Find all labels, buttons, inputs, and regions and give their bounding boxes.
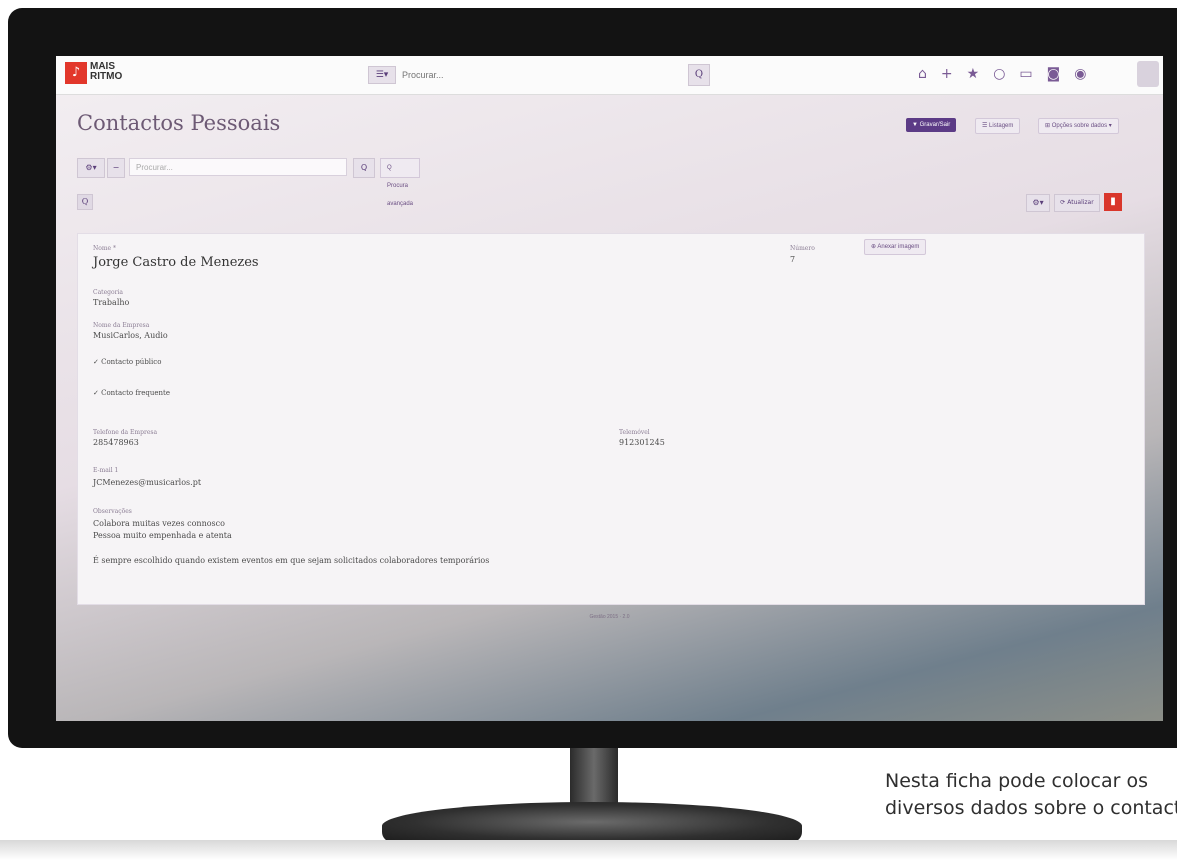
mobile-label: Telemóvel (619, 429, 650, 436)
monitor-stand-base (382, 802, 802, 842)
filter-search-button[interactable]: Q (353, 158, 375, 178)
calendar-icon[interactable]: ▭ (1019, 66, 1032, 82)
app-screen: ♪ MAIS RITMO ☰▾ Q ⌂ + ★ ○ ▭ ◙ ◉ Contacto… (56, 56, 1163, 721)
number-label: Número (790, 245, 815, 252)
company-field[interactable]: MusiCarlos, Audio (93, 331, 168, 340)
filter-search-input[interactable]: Procurar... (129, 158, 347, 176)
logo-text: MAIS RITMO (90, 62, 122, 82)
list-button[interactable]: ☰ Listagem (975, 118, 1021, 134)
toggle-search-button[interactable]: Q (77, 194, 93, 210)
global-search-input[interactable] (400, 66, 684, 84)
delete-button[interactable]: ▮ (1104, 193, 1122, 211)
clock-icon[interactable]: ○ (993, 66, 1005, 82)
email-field[interactable]: JCMenezes@musicarlos.pt (93, 478, 201, 487)
update-button[interactable]: ⟳ Atualizar (1054, 194, 1100, 212)
top-icon-group: ⌂ + ★ ○ ▭ ◙ ◉ (918, 66, 1086, 82)
frequent-contact-checkbox[interactable]: ✓ Contacto frequente (93, 389, 170, 397)
logo-icon: ♪ (65, 62, 87, 84)
caption-line1: Nesta ficha pode colocar os (885, 770, 1148, 792)
mobile-field[interactable]: 912301245 (619, 438, 665, 447)
public-contact-checkbox[interactable]: ✓ Contacto público (93, 358, 161, 366)
caption-line2: diversos dados sobre o contacto (885, 797, 1177, 819)
phone-field[interactable]: 285478963 (93, 438, 139, 447)
floor-shadow (0, 840, 1177, 860)
users-icon[interactable]: ◙ (1047, 66, 1061, 82)
plus-icon[interactable]: + (941, 66, 953, 82)
menu-dropdown-button[interactable]: ☰▾ (368, 66, 396, 84)
footer-text: Gestão 2015 · 2.0 (589, 614, 630, 620)
notes-line[interactable]: É sempre escolhido quando existem evento… (93, 556, 489, 565)
phone-label: Telefone da Empresa (93, 429, 158, 436)
contact-form-card: Nome * Jorge Castro de Menezes Número 7 … (77, 233, 1145, 605)
notes-label: Observações (93, 508, 132, 515)
top-navbar: ♪ MAIS RITMO ☰▾ Q ⌂ + ★ ○ ▭ ◙ ◉ (56, 56, 1163, 95)
page-title: Contactos Pessoais (77, 111, 281, 135)
search-icon[interactable]: Q (688, 64, 710, 86)
home-icon[interactable]: ⌂ (918, 66, 927, 82)
category-field[interactable]: Trabalho (93, 298, 129, 307)
filter-settings-button[interactable]: ⚙▾ (77, 158, 105, 178)
email-label: E-mail 1 (93, 467, 119, 474)
caption-text: Nesta ficha pode colocar os diversos dad… (885, 768, 1177, 822)
logo-line2: RITMO (90, 71, 123, 82)
monitor-frame: ♪ MAIS RITMO ☰▾ Q ⌂ + ★ ○ ▭ ◙ ◉ Contacto… (8, 8, 1177, 748)
notes-line[interactable]: Pessoa muito empenhada e atenta (93, 531, 232, 540)
filter-minus-button[interactable]: − (107, 158, 125, 178)
number-field[interactable]: 7 (790, 255, 795, 264)
name-label: Nome * (93, 245, 117, 252)
attach-image-button[interactable]: ⊕ Anexar imagem (864, 239, 927, 255)
save-exit-button[interactable]: ▼ Gravar/Sair (906, 118, 957, 132)
category-label: Categoria (93, 289, 123, 296)
company-label: Nome da Empresa (93, 322, 150, 329)
advanced-search-button[interactable]: Q Procura avançada (380, 158, 421, 207)
record-settings-button[interactable]: ⚙▾ (1026, 194, 1050, 212)
user-icon[interactable]: ◉ (1074, 66, 1086, 82)
data-options-button[interactable]: ⊞ Opções sobre dados ▾ (1038, 118, 1119, 134)
trash-icon: ▮ (1110, 196, 1116, 207)
star-icon[interactable]: ★ (967, 66, 980, 82)
avatar[interactable] (1137, 61, 1159, 87)
notes-line[interactable]: Colabora muitas vezes connosco (93, 519, 225, 528)
contact-name-field[interactable]: Jorge Castro de Menezes (93, 255, 259, 270)
